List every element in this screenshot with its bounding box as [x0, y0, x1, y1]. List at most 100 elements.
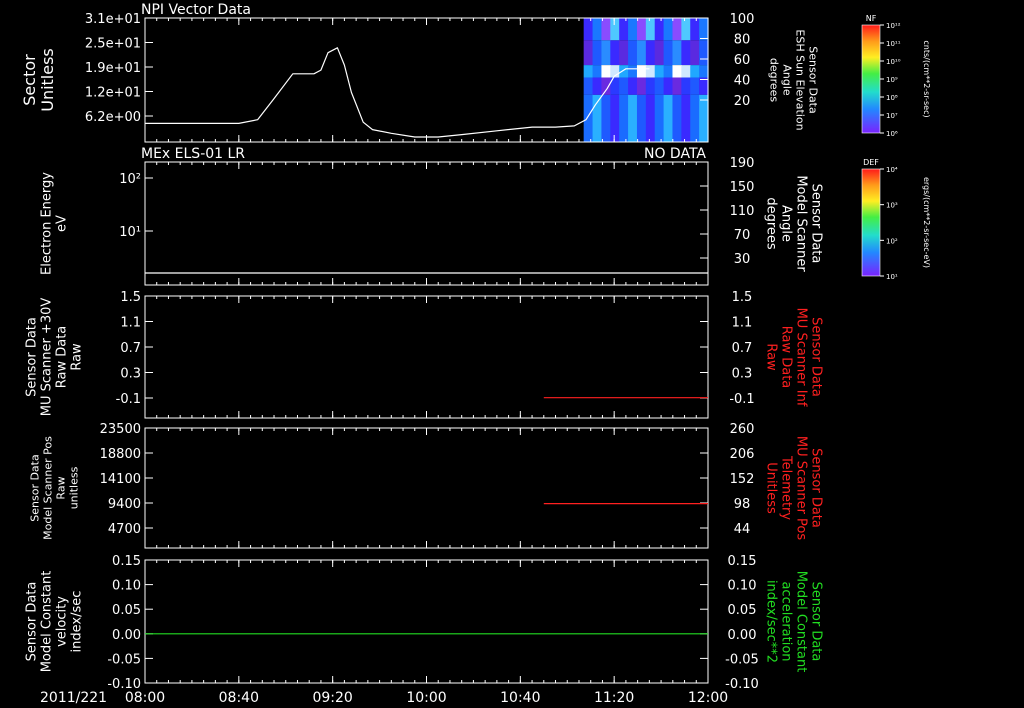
spectrogram-cell [699, 65, 709, 78]
y-tick-label-right: -0.05 [725, 652, 759, 667]
y-axis-title-line: Telemetry [779, 455, 794, 520]
spectrogram-cell [699, 77, 709, 95]
colorbar-unit: cnts/(cm**2-sr-sec) [922, 40, 931, 117]
y-axis-title-line: index/sec [70, 591, 85, 653]
spectrogram-cell [619, 77, 629, 95]
y-axis-title-line: Sensor Data [807, 46, 820, 113]
spectrogram-cell [681, 40, 691, 66]
spectrogram-cell [663, 77, 674, 95]
spectrogram-cell [663, 94, 674, 142]
date-label: 2011/221 [40, 690, 107, 706]
spectrogram-cell [601, 65, 611, 78]
y-axis-title-right: Sensor DataModel Constantaccelerationind… [764, 571, 824, 673]
colorbar-tick-label: 10¹² [886, 22, 901, 30]
y-axis-title-line: Sensor Data [25, 582, 40, 662]
panels-layer: 3.1e+01 2.5e+01 1.9e+01 1.2e+01 6.2e+00 100 80… [20, 2, 824, 692]
spectrogram-cell [681, 77, 691, 95]
y-axis-title-line: Unitless [764, 462, 779, 514]
spectrogram-cell [592, 77, 603, 95]
spectrogram-cell [645, 77, 656, 95]
y-tick-label-left: 0.00 [112, 628, 141, 643]
spectrogram-cell [636, 94, 647, 142]
y-tick-label-right: 1.1 [732, 316, 753, 331]
y-axis-title-line: MU Scanner Pos [794, 436, 809, 541]
spectrogram-cell [619, 94, 629, 142]
spectrogram-cell [601, 94, 611, 142]
spectrogram-cell [690, 18, 700, 41]
y-tick-label-right: 70 [734, 228, 751, 243]
spectrogram-cell [628, 65, 638, 78]
colorbar-tick-label: 10⁸ [886, 94, 898, 102]
spectrogram-cell [654, 18, 665, 41]
colorbars: NF 10¹² 10¹¹ 10¹⁰ 10⁹ 10⁸ 10⁷ 10⁶ cnts/(cm**2-sr… [861, 14, 931, 281]
y-axis-title-line: Electron Energy [40, 172, 55, 275]
spectrogram-cell [601, 40, 611, 66]
y-tick-label-right: 20 [734, 94, 751, 109]
y-axis-title-line: Sensor Data [809, 448, 824, 528]
y-tick-label-right: 0.10 [728, 579, 757, 594]
y-tick-label-left: 1.5 [120, 290, 141, 305]
spectrogram-cell [654, 40, 665, 66]
spectrogram-cell [690, 94, 700, 142]
colorbar-tick-label: 10¹ [886, 273, 898, 281]
colorbar-tick-label: 10⁶ [886, 130, 898, 138]
y-axis-title-line: eV [55, 215, 70, 232]
y-tick-label-left: 0.05 [112, 603, 141, 618]
spectrogram-cell [619, 40, 629, 66]
time-axis: 2011/221 08:00 08:40 09:20 10:00 10:40 11:20 1… [40, 690, 728, 706]
y-tick-label-right: 206 [730, 447, 755, 462]
y-tick-label-left: 0.7 [120, 341, 141, 356]
spectrogram-cell [610, 40, 620, 66]
colorbar-unit-text: ergs/(cm**2-sr-sec-eV) [922, 177, 931, 268]
spectrogram-cell [699, 94, 709, 142]
y-tick-label-right: 30 [734, 252, 751, 267]
colorbar-title: DEF [863, 158, 879, 167]
spectrogram-cell [628, 94, 638, 142]
spectrogram-cell [636, 65, 647, 78]
spectrogram-cell [663, 40, 674, 66]
y-tick-label-right: 0.05 [728, 603, 757, 618]
y-tick-label-left: 0.10 [112, 579, 141, 594]
spectrogram-cell [672, 77, 682, 95]
panel-title: MEx ELS-01 LR [141, 146, 245, 162]
panel-scanner-pos: 23500 18800 14100 9400 4700 260 206 152 98 44 Sens… [29, 422, 824, 549]
spectrogram-cell [636, 40, 647, 66]
y-tick-label-left: -0.05 [107, 652, 141, 667]
y-axis-title-line: unitless [68, 466, 81, 509]
colorbar-tick-label: 10¹⁰ [886, 58, 901, 66]
y-tick-label-left: 2.5e+01 [85, 37, 141, 52]
colorbar-tick-label: 10⁴ [886, 166, 898, 174]
y-tick-label-right: 260 [730, 422, 755, 437]
colorbar-tick-label: 10¹¹ [886, 40, 901, 48]
y-tick-label-right: 100 [730, 12, 755, 27]
spectrogram-cell [583, 18, 594, 41]
spectrogram-cell [592, 65, 603, 78]
y-axis-title-line: Raw Data [779, 326, 794, 389]
colorbar-gradient [861, 168, 881, 277]
y-tick-label-left: 10¹ [119, 225, 141, 240]
y-tick-label-left: 6.2e+00 [85, 110, 141, 125]
y-axis-title-right: Sensor DataMU Scanner InfRaw DataRaw [764, 308, 824, 407]
y-axis-title-line: Raw Data [55, 326, 70, 389]
y-axis-title-line: degrees [764, 197, 779, 250]
y-axis-title-line: Raw [70, 343, 85, 371]
y-tick-label-right: 60 [734, 53, 751, 68]
y-axis-title-line: Model Constant [794, 571, 809, 673]
y-axis-title-line: acceleration [779, 581, 794, 661]
y-axis-title-line: ESH Sun Elevation [794, 29, 807, 130]
y-axis-title-left: Sensor Data Model Constant velocity index/s… [25, 571, 85, 673]
y-tick-label-left: 3.1e+01 [85, 12, 141, 27]
x-tick-label: 11:20 [594, 690, 634, 706]
spectrogram-cell [690, 40, 700, 66]
x-tick-label: 08:40 [219, 690, 259, 706]
y-tick-label-left: 1.2e+01 [85, 86, 141, 101]
y-tick-label-right: -0.10 [725, 677, 759, 692]
y-tick-label-right: 1.5 [732, 290, 753, 305]
y-axis-title-line: Sensor Data [809, 317, 824, 397]
x-tick-label: 09:20 [312, 690, 352, 706]
y-axis-title-line: Unitless [38, 48, 57, 112]
y-tick-label-left: 1.1 [120, 316, 141, 331]
y-tick-label-left: 1.9e+01 [85, 61, 141, 76]
x-tick-label: 12:00 [688, 690, 728, 706]
spectrogram-cell [645, 40, 656, 66]
